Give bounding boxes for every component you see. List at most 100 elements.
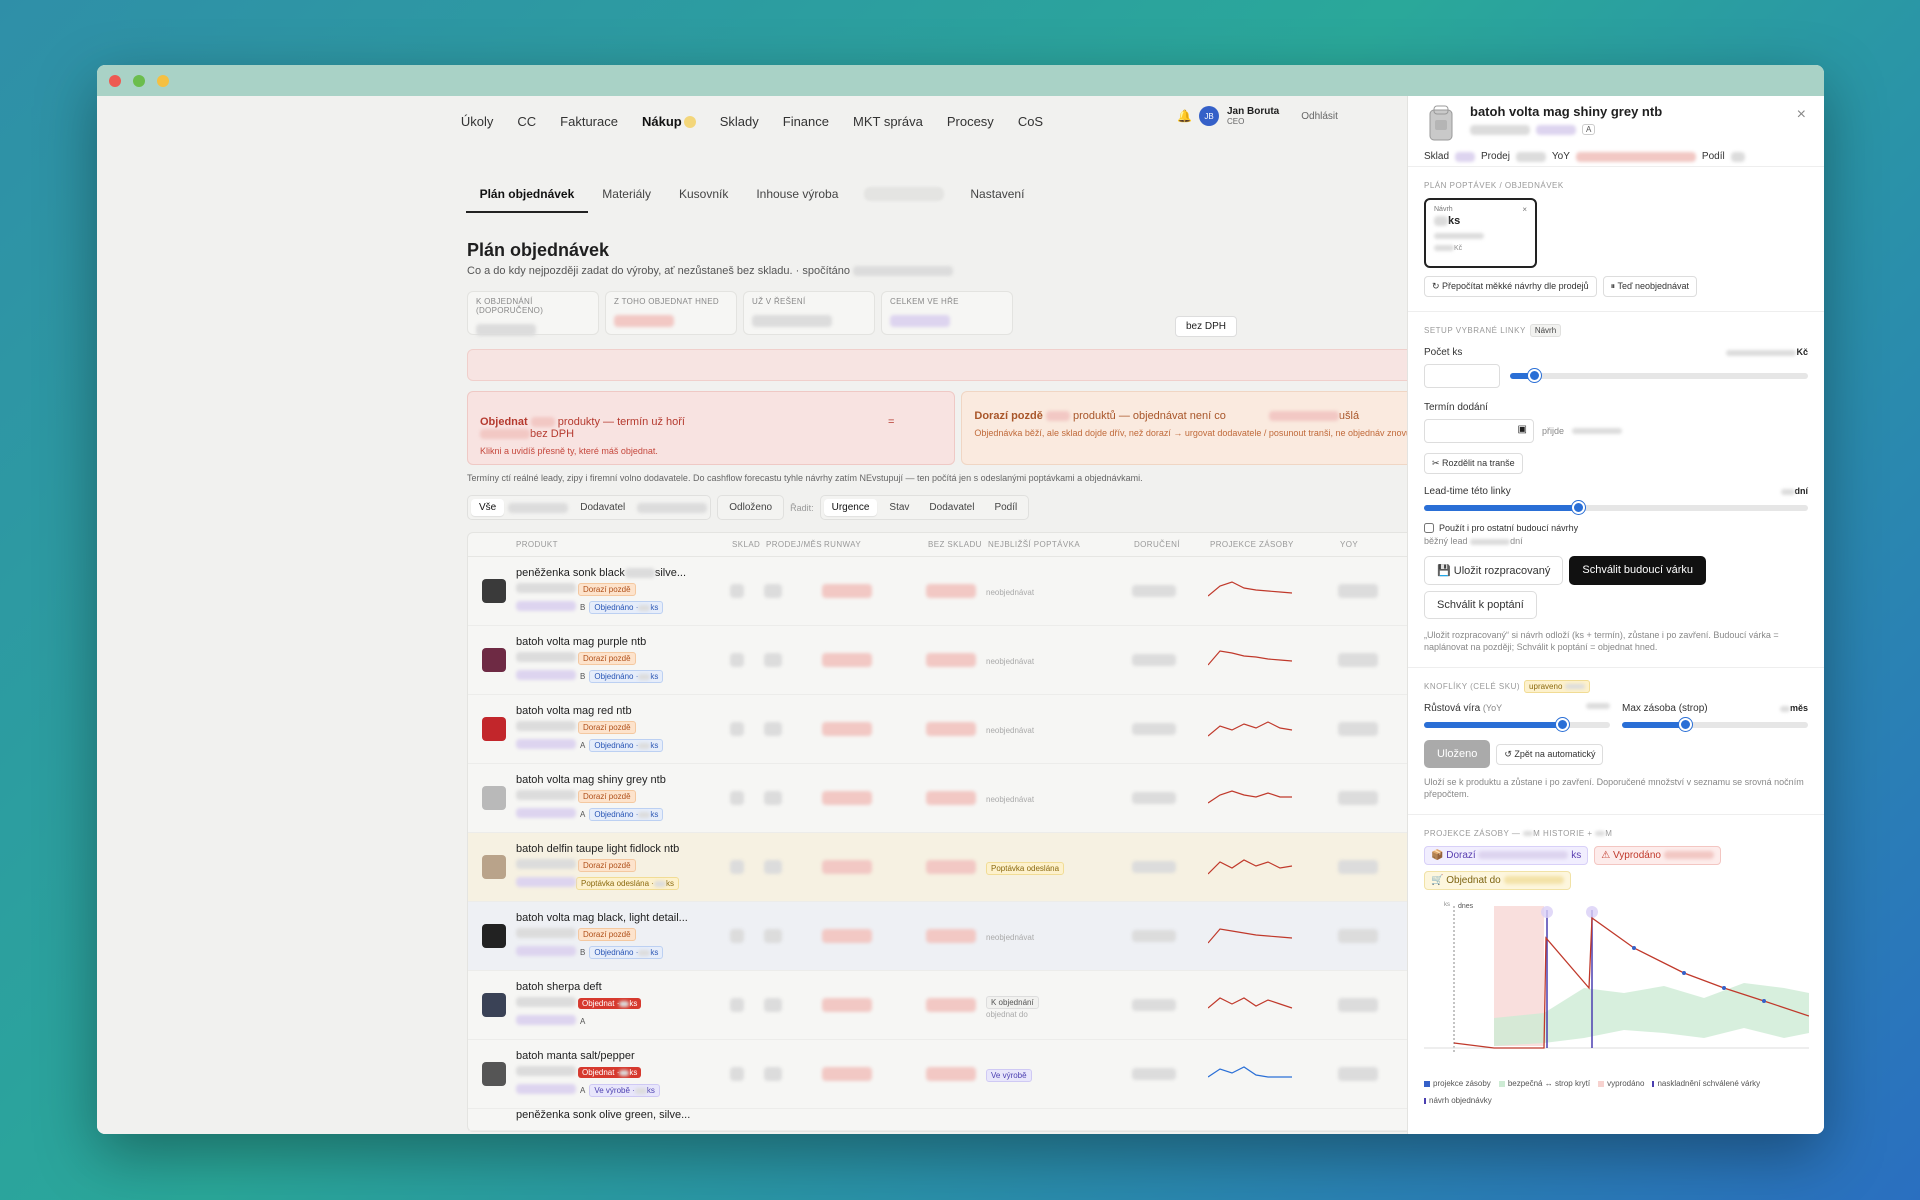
table-row[interactable]: peněženka sonk black silve... Dorazí pozdě… xyxy=(468,557,1426,626)
tab-hidden[interactable] xyxy=(864,187,945,201)
projection-cell xyxy=(1208,785,1338,811)
col-produkt[interactable]: PRODUKT xyxy=(516,540,732,549)
col-sklad[interactable]: SKLAD xyxy=(732,540,766,549)
kpi-label: CELKEM VE HŘE xyxy=(890,297,959,306)
product-name-tail: silve... xyxy=(654,567,687,579)
subtitle-text: Co a do kdy nejpozději zadat do výroby, … xyxy=(467,265,851,277)
delivery-cell xyxy=(1132,720,1208,738)
col-projekce[interactable]: PROJEKCE ZÁSOBY xyxy=(1210,540,1340,549)
approve-inquiry-button[interactable]: Schválit k poptání xyxy=(1424,591,1537,619)
filter-all[interactable]: Vše xyxy=(471,499,505,516)
qty-label: Počet ks xyxy=(1424,347,1463,358)
approve-future-button[interactable]: Schválit budoucí várku xyxy=(1569,556,1707,585)
draft-card[interactable]: Návrh × ks Kč xyxy=(1424,198,1537,268)
urgency-bar[interactable] xyxy=(467,349,1427,381)
kpi-card[interactable]: CELKEM VE HŘE xyxy=(881,291,1013,335)
col-bez-skladu[interactable]: BEZ SKLADU xyxy=(928,540,988,549)
checkbox-label: Použít i pro ostatní budoucí návrhy xyxy=(1439,523,1579,533)
col-poptavka[interactable]: NEJBLIŽŠÍ POPTÁVKA xyxy=(988,540,1134,549)
product-thumbnail xyxy=(482,993,506,1017)
col-prodej[interactable]: PRODEJ/MĚS xyxy=(766,540,824,549)
table-row[interactable]: batoh volta mag shiny grey ntb Dorazí poz… xyxy=(468,764,1426,833)
order-by-pill: 🛒 Objednat do xyxy=(1424,871,1571,890)
nav-mkt-sprava[interactable]: MKT správa xyxy=(853,114,923,129)
detail-panel: batoh volta mag shiny grey ntb A × Sklad… xyxy=(1407,96,1824,1134)
point xyxy=(1632,946,1636,950)
legend-draft: návrh objednávky xyxy=(1424,1096,1492,1105)
table-row[interactable]: batoh manta salt/pepper Objednat · ks A Ve v… xyxy=(468,1040,1426,1109)
qty-input[interactable] xyxy=(1424,364,1500,388)
max-label: Max zásoba (strop) xyxy=(1622,703,1708,714)
projection-cell xyxy=(1208,647,1338,673)
table-row[interactable]: batoh sherpa deft Objednat · ks A K objednán… xyxy=(468,971,1426,1040)
split-button[interactable]: ✂ Rozdělit na tranše xyxy=(1424,453,1523,474)
divider xyxy=(1408,166,1824,167)
normal-lead-label: běžný lead xyxy=(1424,536,1468,546)
col-yoy[interactable]: YOY xyxy=(1340,540,1358,549)
kpi-card[interactable]: Z TOHO OBJEDNAT HNED xyxy=(605,291,737,335)
nav-cos[interactable]: CoS xyxy=(1018,114,1043,129)
filter-supplier[interactable]: Dodavatel xyxy=(572,499,633,516)
growth-slider[interactable] xyxy=(1424,718,1610,731)
alert-late[interactable]: Dorazí pozdě produktů — objednávat není … xyxy=(961,391,1427,465)
tab-materialy[interactable]: Materiály xyxy=(588,181,665,213)
close-icon[interactable]: × xyxy=(1797,106,1806,124)
info-note: Termíny ctí reálné leady, zipy i firemní… xyxy=(467,473,1143,483)
vat-toggle[interactable]: bez DPH xyxy=(1174,316,1237,337)
sort-urgence[interactable]: Urgence xyxy=(823,499,878,516)
nav-finance[interactable]: Finance xyxy=(783,114,829,129)
nav-nakup[interactable]: Nákup xyxy=(642,114,696,129)
nav-cc[interactable]: CC xyxy=(517,114,536,129)
lead-row: Lead-time této linky dní xyxy=(1424,486,1808,497)
nav-fakturace[interactable]: Fakturace xyxy=(560,114,618,129)
use-for-future-checkbox[interactable] xyxy=(1424,523,1434,533)
zoom-window-button[interactable] xyxy=(157,75,169,87)
legend-projection: projekce zásoby xyxy=(1424,1079,1491,1088)
qty-slider[interactable] xyxy=(1510,369,1808,382)
nav-sklady[interactable]: Sklady xyxy=(720,114,759,129)
sort-dodavatel[interactable]: Dodavatel xyxy=(921,499,982,516)
table-row[interactable]: batoh volta mag red ntb Dorazí pozdě A Obje… xyxy=(468,695,1426,764)
table-cell xyxy=(822,996,926,1014)
filter-postponed[interactable]: Odloženo xyxy=(721,499,780,516)
date-input[interactable]: ▣ xyxy=(1424,419,1534,443)
reset-auto-button[interactable]: ↺ Zpět na automatický xyxy=(1496,743,1604,765)
tab-plan-objednavek[interactable]: Plán objednávek xyxy=(465,181,589,213)
pause-button[interactable]: ⏸ Teď neobjednávat xyxy=(1602,276,1698,297)
projection-cell xyxy=(1208,578,1338,604)
close-window-button[interactable] xyxy=(109,75,121,87)
kpi-card[interactable]: K OBJEDNÁNÍ (DOPORUČENO) xyxy=(467,291,599,336)
col-runway[interactable]: RUNWAY xyxy=(824,540,928,549)
nav-procesy[interactable]: Procesy xyxy=(947,114,994,129)
kpi-card[interactable]: UŽ V ŘEŠENÍ xyxy=(743,291,875,335)
table-body: peněženka sonk black silve... Dorazí pozdě… xyxy=(468,557,1426,1109)
tab-nastaveni[interactable]: Nastavení xyxy=(956,181,1038,213)
table-row[interactable]: batoh volta mag black, light detail... Do… xyxy=(468,902,1426,971)
tab-kusovnik[interactable]: Kusovník xyxy=(665,181,742,213)
minimize-window-button[interactable] xyxy=(133,75,145,87)
table-row[interactable]: batoh delfin taupe light fidlock ntb Dora… xyxy=(468,833,1426,902)
logout-link[interactable]: Odhlásit xyxy=(1301,111,1338,122)
table-row[interactable]: peněženka sonk olive green, silve... xyxy=(468,1109,1426,1131)
alerts: Objednat produkty — termín už hoří = bez… xyxy=(467,391,1427,465)
close-icon[interactable]: × xyxy=(1522,205,1527,214)
saved-button[interactable]: Uloženo xyxy=(1424,740,1491,768)
bell-icon[interactable] xyxy=(1177,109,1191,123)
table-row[interactable]: batoh volta mag purple ntb Dorazí pozdě B O… xyxy=(468,626,1426,695)
lead-slider[interactable] xyxy=(1424,501,1808,514)
nav-ukoly[interactable]: Úkoly xyxy=(461,114,494,129)
inquiry-text: neobjednávat xyxy=(986,795,1035,804)
qty-currency: Kč xyxy=(1796,347,1808,357)
col-doruceni[interactable]: DORUČENÍ xyxy=(1134,540,1210,549)
alert-order-sub: Klikni a uvidíš přesně ty, které máš obj… xyxy=(480,446,658,456)
recalc-button[interactable]: ↻ Přepočítat měkké návrhy dle prodejů xyxy=(1424,276,1597,297)
tab-inhouse-vyroba[interactable]: Inhouse výroba xyxy=(742,181,852,213)
save-draft-button[interactable]: 💾 Uložit rozpracovaný xyxy=(1424,556,1564,585)
alert-order-now[interactable]: Objednat produkty — termín už hoří = bez… xyxy=(467,391,956,465)
sort-stav[interactable]: Stav xyxy=(881,499,917,516)
avatar[interactable]: JB xyxy=(1199,106,1219,126)
max-slider[interactable] xyxy=(1622,718,1808,731)
sort-podil[interactable]: Podíl xyxy=(986,499,1025,516)
abc-level: A xyxy=(580,1086,586,1095)
calendar-icon[interactable]: ▣ xyxy=(1518,424,1527,435)
